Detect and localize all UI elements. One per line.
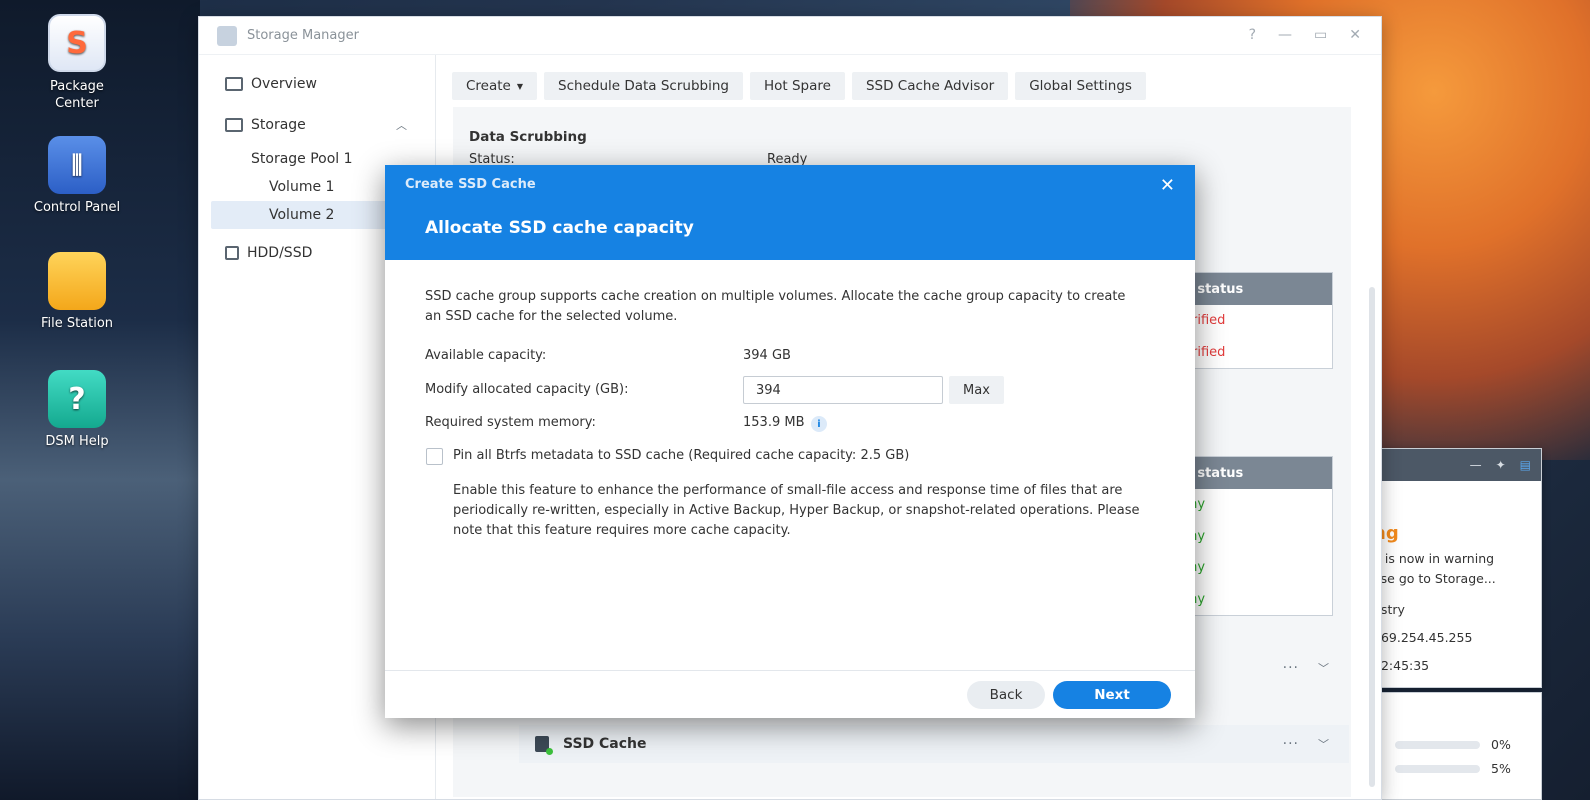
desktop-icon-label: File Station (40, 316, 114, 331)
sidebar-item-overview[interactable]: Overview (199, 63, 435, 104)
max-button[interactable]: Max (949, 376, 1004, 404)
allocated-capacity-input[interactable]: 394 (743, 376, 943, 404)
more-icon[interactable]: ··· (1283, 660, 1299, 676)
panel-toggle-icon[interactable]: ▤ (1520, 458, 1531, 472)
notification-line: 169.254.45.255 (1373, 630, 1473, 645)
desktop-icon-label: Package Center (50, 79, 104, 111)
ssd-cache-section[interactable]: SSD Cache ··· ﹀ (519, 725, 1349, 763)
pin-metadata-checkbox[interactable] (426, 448, 443, 465)
storage-manager-icon (217, 25, 237, 46)
sidebar-item-label: Volume 2 (269, 207, 335, 223)
dialog-intro: SSD cache group supports cache creation … (425, 289, 1126, 324)
desktop-icon-label: Control Panel (33, 200, 121, 215)
schedule-data-scrubbing-button[interactable]: Schedule Data Scrubbing (544, 72, 743, 100)
sidebar-item-label: Volume 1 (269, 179, 335, 195)
notification-line: n is now in warning (1373, 551, 1495, 566)
window-title: Storage Manager (247, 28, 359, 43)
caret-down-icon: ▼ (516, 81, 524, 91)
close-icon[interactable]: ✕ (1160, 175, 1175, 196)
ssd-cache-icon (535, 736, 553, 755)
pin-icon[interactable]: ✦ (1496, 458, 1506, 472)
chevron-down-icon[interactable]: ﹀ (1318, 660, 1329, 676)
help-icon[interactable]: ? (1249, 27, 1256, 43)
overview-icon (225, 76, 243, 91)
notification-panel: — ✦ ▤ ng n is now in warning ase go to S… (1366, 448, 1542, 688)
sidebar-item-label: Overview (251, 75, 317, 92)
scrollbar[interactable] (1369, 287, 1375, 787)
desktop-icon-dsm-help[interactable]: ? DSM Help (22, 370, 132, 449)
control-panel-icon: ⫼ (48, 136, 106, 194)
chevron-up-icon[interactable]: ︿ (396, 117, 407, 133)
sidebar-item-storage[interactable]: Storage ︿ (199, 104, 435, 145)
help-icon: ? (48, 370, 106, 428)
window-controls: ? — ▭ ✕ (1249, 27, 1361, 43)
progress-value: 5% (1491, 761, 1511, 776)
notification-body: ng n is now in warning ase go to Storage… (1367, 481, 1541, 687)
progress-bar (1395, 765, 1480, 773)
pin-metadata-description: Enable this feature to enhance the perfo… (453, 483, 1140, 538)
dialog-footer: Back Next (385, 670, 1195, 718)
minimize-icon[interactable]: — (1278, 27, 1292, 43)
resource-monitor-widget: 0% 5% (1366, 692, 1542, 800)
available-capacity-label: Available capacity: (425, 348, 547, 363)
sidebar-item-label: Storage Pool 1 (251, 151, 353, 167)
modify-capacity-label: Modify allocated capacity (GB): (425, 382, 629, 397)
desktop-icon-label: DSM Help (45, 434, 109, 449)
close-icon[interactable]: ✕ (1349, 27, 1361, 43)
window-titlebar[interactable]: Storage Manager (199, 17, 1381, 55)
sidebar-item-label: HDD/SSD (247, 244, 313, 261)
more-icon[interactable]: ··· (1283, 736, 1299, 752)
data-scrubbing-title: Data Scrubbing (469, 129, 587, 145)
ssd-cache-advisor-button[interactable]: SSD Cache Advisor (851, 72, 1009, 100)
dialog-heading: Allocate SSD cache capacity (425, 218, 694, 238)
pin-metadata-label[interactable]: Pin all Btrfs metadata to SSD cache (Req… (453, 448, 909, 463)
package-center-icon: S (48, 14, 106, 72)
hot-spare-button[interactable]: Hot Spare (749, 72, 845, 100)
progress-value: 0% (1491, 737, 1511, 752)
toolbar: Create ▼ Schedule Data Scrubbing Hot Spar… (452, 72, 1146, 100)
required-memory-label: Required system memory: (425, 415, 596, 430)
desktop-icon-control-panel[interactable]: ⫼ Control Panel (22, 136, 132, 215)
global-settings-button[interactable]: Global Settings (1015, 72, 1146, 100)
folder-icon (48, 252, 106, 310)
available-capacity-value: 394 GB (743, 348, 791, 363)
chevron-down-icon[interactable]: ﹀ (1318, 736, 1329, 752)
hdd-icon (225, 245, 239, 260)
storage-icon (225, 117, 243, 132)
dialog-header: Create SSD Cache ✕ Allocate SSD cache ca… (385, 165, 1195, 260)
ssd-cache-title: SSD Cache (563, 736, 647, 752)
desktop-icon-file-station[interactable]: File Station (22, 252, 132, 331)
dialog-title: Create SSD Cache (405, 177, 536, 192)
back-button[interactable]: Back (967, 681, 1045, 709)
create-label: Create (466, 78, 511, 94)
progress-bar (1395, 741, 1480, 749)
info-icon[interactable]: i (811, 416, 827, 432)
notification-line: ase go to Storage... (1373, 571, 1496, 586)
sidebar-item-label: Storage (251, 116, 306, 133)
create-ssd-cache-dialog: Create SSD Cache ✕ Allocate SSD cache ca… (385, 165, 1195, 718)
next-button[interactable]: Next (1053, 681, 1171, 709)
notification-header: — ✦ ▤ (1367, 449, 1541, 481)
maximize-icon[interactable]: ▭ (1314, 27, 1327, 43)
minimize-icon[interactable]: — (1470, 458, 1482, 472)
required-memory-value: 153.9 MB (743, 415, 805, 430)
desktop-icon-package-center[interactable]: S Package Center (22, 14, 132, 112)
create-button[interactable]: Create ▼ (452, 72, 538, 100)
